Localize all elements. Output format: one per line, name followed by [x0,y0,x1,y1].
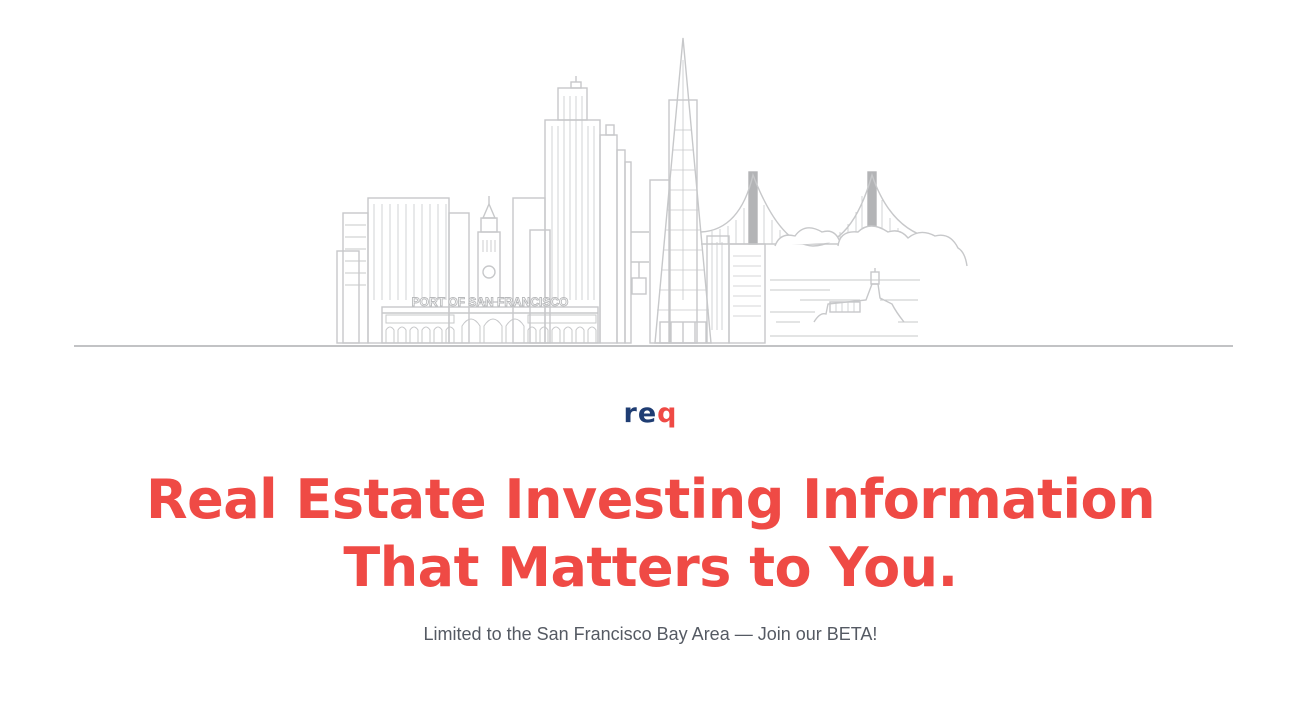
logo-text-re: re [623,398,658,429]
hero-subtitle: Limited to the San Francisco Bay Area — … [423,624,878,644]
port-sign-text: PORT OF SAN FRANCISCO [412,295,569,309]
headline-line-1: Real Estate Investing Information [145,468,1156,531]
req-logo[interactable]: req [0,392,1301,436]
hero-headline: Real Estate Investing Information That M… [0,466,1301,602]
logo-text-q: q [657,398,678,429]
skyline-illustration: PORT OF SAN FRANCISCO [0,0,1301,360]
headline-line-2: That Matters to You. [343,536,958,599]
